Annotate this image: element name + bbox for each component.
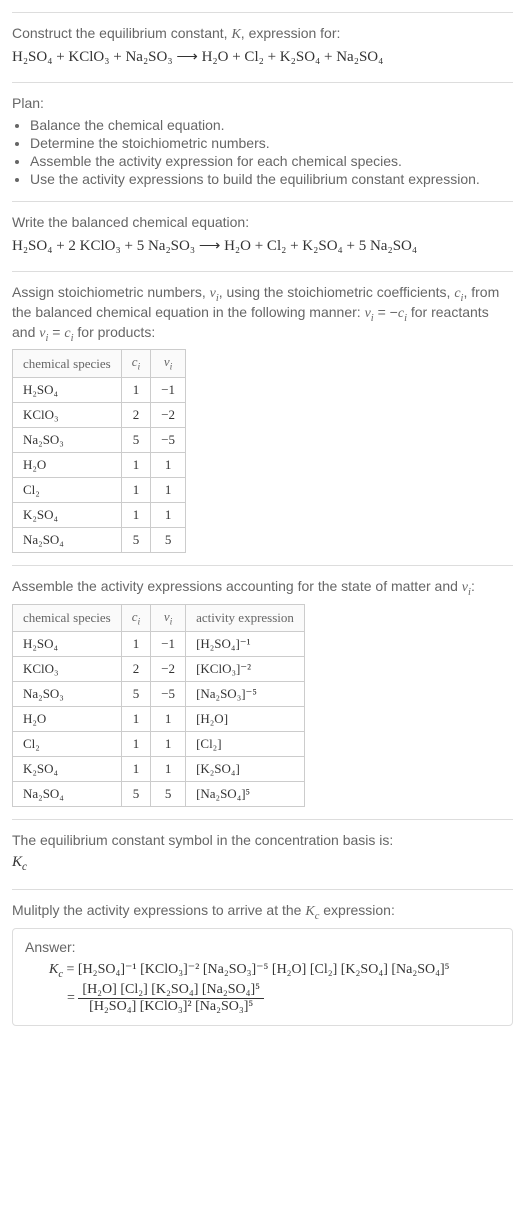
answer-box: Answer: Kc = [H₂SO₄]⁻¹ [KClO₃]⁻² [Na₂SO₃… [12, 928, 513, 1026]
plan-item: Assemble the activity expression for eac… [30, 153, 513, 169]
table-row: Cl₂11 [13, 477, 186, 502]
question-title: Construct the equilibrium constant, K, e… [12, 25, 513, 43]
activity-blurb: Assemble the activity expressions accoun… [12, 578, 513, 598]
symbol-value: Kc [12, 854, 513, 873]
stoich-blurb: Assign stoichiometric numbers, νi, using… [12, 284, 513, 343]
plan-item: Balance the chemical equation. [30, 117, 513, 133]
col-vi: νi [151, 350, 186, 378]
plan-item: Use the activity expressions to build th… [30, 171, 513, 187]
col-species: chemical species [13, 350, 122, 378]
table-row: Cl₂11[Cl₂] [13, 732, 305, 757]
plan-section: Plan: Balance the chemical equation. Det… [12, 82, 513, 201]
activity-section: Assemble the activity expressions accoun… [12, 565, 513, 819]
table-row: H₂O11[H₂O] [13, 707, 305, 732]
unbalanced-equation: H₂SO₄ + KClO₃ + Na₂SO₃ ⟶ H₂O + Cl₂ + K₂S… [12, 47, 513, 66]
fraction-numerator: [H₂O] [Cl₂] [K₂SO₄] [Na₂SO₄]⁵ [78, 982, 264, 999]
plan-list: Balance the chemical equation. Determine… [12, 117, 513, 187]
table-row: Na₂SO₄55[Na₂SO₄]⁵ [13, 782, 305, 807]
stoich-section: Assign stoichiometric numbers, νi, using… [12, 271, 513, 565]
col-ci: ci [121, 604, 151, 632]
symbol-section: The equilibrium constant symbol in the c… [12, 819, 513, 889]
answer-fraction: [H₂O] [Cl₂] [K₂SO₄] [Na₂SO₄]⁵ [H₂SO₄] [K… [78, 982, 264, 1015]
table-row: H₂O11 [13, 452, 186, 477]
balanced-equation: H₂SO₄ + 2 KClO₃ + 5 Na₂SO₃ ⟶ H₂O + Cl₂ +… [12, 236, 513, 255]
balanced-section: Write the balanced chemical equation: H₂… [12, 201, 513, 271]
col-ci: ci [121, 350, 151, 378]
balanced-title: Write the balanced chemical equation: [12, 214, 513, 230]
table-header-row: chemical species ci νi [13, 350, 186, 378]
answer-line1: Kc = [H₂SO₄]⁻¹ [KClO₃]⁻² [Na₂SO₃]⁻⁵ [H₂O… [49, 961, 500, 980]
col-expr: activity expression [186, 604, 305, 632]
col-species: chemical species [13, 604, 122, 632]
col-vi: νi [151, 604, 186, 632]
table-row: K₂SO₄11 [13, 502, 186, 527]
activity-table: chemical species ci νi activity expressi… [12, 604, 305, 808]
fraction-denominator: [H₂SO₄] [KClO₃]² [Na₂SO₃]⁵ [78, 999, 264, 1015]
table-row: KClO₃2−2[KClO₃]⁻² [13, 657, 305, 682]
stoich-table: chemical species ci νi H₂SO₄1−1 KClO₃2−2… [12, 349, 186, 553]
table-row: Na₂SO₄55 [13, 527, 186, 552]
multiply-blurb: Mulitply the activity expressions to arr… [12, 902, 513, 922]
table-row: KClO₃2−2 [13, 402, 186, 427]
question-section: Construct the equilibrium constant, K, e… [12, 12, 513, 82]
answer-line2: = [H₂O] [Cl₂] [K₂SO₄] [Na₂SO₄]⁵ [H₂SO₄] … [67, 982, 500, 1015]
symbol-blurb: The equilibrium constant symbol in the c… [12, 832, 513, 848]
answer-label: Answer: [25, 939, 500, 955]
plan-title: Plan: [12, 95, 513, 111]
table-header-row: chemical species ci νi activity expressi… [13, 604, 305, 632]
multiply-section: Mulitply the activity expressions to arr… [12, 889, 513, 1038]
table-row: K₂SO₄11[K₂SO₄] [13, 757, 305, 782]
table-row: Na₂SO₃5−5 [13, 427, 186, 452]
table-row: H₂SO₄1−1[H₂SO₄]⁻¹ [13, 632, 305, 657]
table-row: Na₂SO₃5−5[Na₂SO₃]⁻⁵ [13, 682, 305, 707]
table-row: H₂SO₄1−1 [13, 377, 186, 402]
plan-item: Determine the stoichiometric numbers. [30, 135, 513, 151]
